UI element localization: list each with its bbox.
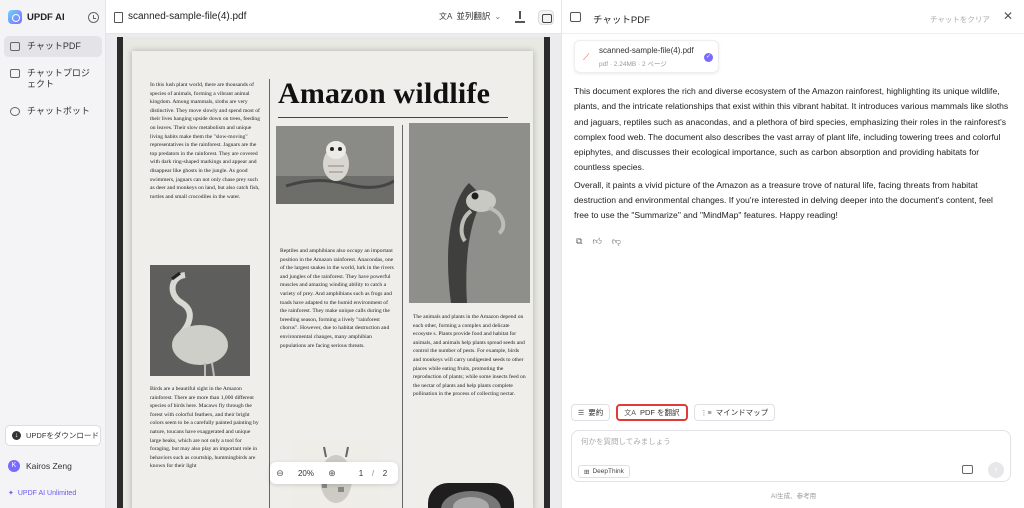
page-separator: / bbox=[371, 468, 375, 478]
check-icon: ✓ bbox=[704, 53, 713, 62]
brand: UPDF AI bbox=[8, 10, 65, 24]
animal-photo bbox=[428, 483, 514, 508]
sidebar-item-label: チャットPDF bbox=[27, 41, 81, 51]
answer-paragraph: This document explores the rich and dive… bbox=[574, 86, 1009, 173]
answer-actions: ⧉ 👍︎ 👎︎ bbox=[576, 236, 621, 247]
translate-icon: 文A bbox=[439, 11, 453, 21]
chat-pdf-icon bbox=[10, 42, 20, 51]
download-label: UPDFをダウンロード bbox=[26, 431, 99, 440]
summarize-button[interactable]: ☰ 要約 bbox=[571, 404, 611, 421]
translate-label: 並列翻訳 bbox=[456, 11, 491, 21]
download-icon: ↓ bbox=[12, 431, 21, 440]
attached-file-card[interactable]: ⟋ scanned-sample-file(4).pdf pdf · 2.24M… bbox=[574, 40, 719, 73]
thumbs-down-icon[interactable]: 👎︎ bbox=[612, 236, 621, 247]
sidebar-item-label: チャットプロジェクト bbox=[27, 68, 90, 89]
pdf-viewer: scanned-sample-file(4).pdf 文A 並列翻訳 ⌄ In … bbox=[106, 0, 561, 508]
pdf-page: In this lush plant world, there are thou… bbox=[123, 37, 544, 508]
page-text-col2: Reptiles and amphibians also occupy an i… bbox=[280, 248, 394, 349]
page-text-col1-bottom: Birds are a beautiful sight in the Amazo… bbox=[150, 386, 259, 470]
sparkle-icon: ✦ bbox=[8, 490, 14, 497]
summary-icon: ☰ bbox=[578, 409, 585, 417]
zoom-toolbar: ⊖ 20% ⊕ 1 / 2 bbox=[270, 462, 398, 484]
copy-icon[interactable]: ⧉ bbox=[576, 236, 582, 247]
quick-actions: ☰ 要約 文A PDF を翻訳 ⋮≡ マインドマップ bbox=[571, 404, 776, 421]
chat-panel: チャットPDF チャットをクリア ✕ ⟋ scanned-sample-file… bbox=[561, 0, 1024, 508]
chat-title: チャットPDF bbox=[593, 15, 650, 26]
zoom-level[interactable]: 20% bbox=[290, 469, 322, 478]
translate-icon: 文A bbox=[624, 409, 636, 417]
sidebar-item-chat-project[interactable]: チャットプロジェクト bbox=[4, 63, 102, 95]
mindmap-button[interactable]: ⋮≡ マインドマップ bbox=[693, 404, 776, 421]
user-profile[interactable]: K Kairos Zeng bbox=[8, 460, 72, 472]
chip-label: マインドマップ bbox=[715, 408, 769, 417]
mindmap-icon: ⋮≡ bbox=[700, 409, 712, 417]
page-text-col3: The animals and plants in the Amazon dep… bbox=[413, 314, 526, 398]
frog-photo bbox=[409, 123, 530, 303]
viewer-toolbar: scanned-sample-file(4).pdf 文A 並列翻訳 ⌄ bbox=[106, 0, 561, 34]
send-button[interactable]: ↑ bbox=[988, 462, 1004, 478]
thumbs-up-icon[interactable]: 👍︎ bbox=[592, 236, 601, 247]
file-name: scanned-sample-file(4).pdf bbox=[128, 11, 247, 22]
sidebar-item-label: チャットボット bbox=[27, 106, 90, 116]
zoom-in-icon[interactable]: ⊕ bbox=[322, 468, 342, 479]
title-rule bbox=[278, 117, 508, 118]
file-card-name: scanned-sample-file(4).pdf bbox=[599, 46, 694, 55]
sidebar-item-chat-pdf[interactable]: チャットPDF bbox=[4, 36, 102, 57]
panel-icon[interactable] bbox=[570, 12, 581, 22]
file-icon bbox=[114, 12, 123, 23]
ai-answer: This document explores the rich and dive… bbox=[574, 84, 1010, 226]
ai-chat-toggle-icon[interactable] bbox=[538, 10, 554, 25]
download-icon[interactable] bbox=[514, 11, 526, 23]
sidebar: UPDF AI チャットPDF チャットプロジェクト チャットボット ↓ UPD… bbox=[0, 0, 106, 508]
deepthink-label: DeepThink bbox=[592, 468, 624, 475]
close-icon[interactable]: ✕ bbox=[1003, 9, 1013, 23]
updf-logo-icon bbox=[8, 10, 22, 24]
owl-photo bbox=[276, 126, 394, 204]
current-page[interactable]: 1 bbox=[354, 469, 368, 478]
folder-icon bbox=[10, 69, 20, 78]
parallel-translate-dropdown[interactable]: 文A 並列翻訳 ⌄ bbox=[439, 10, 501, 22]
bot-icon bbox=[10, 107, 20, 116]
pdf-file-icon: ⟋ bbox=[583, 52, 590, 62]
column-divider bbox=[402, 125, 403, 508]
deepthink-icon: ⊞ bbox=[584, 468, 590, 476]
chat-input[interactable] bbox=[581, 437, 881, 446]
ai-disclaimer: AI生成、参考用 bbox=[770, 493, 817, 500]
zoom-out-icon[interactable]: ⊖ bbox=[270, 468, 290, 479]
chevron-down-icon: ⌄ bbox=[494, 11, 502, 21]
image-upload-icon[interactable] bbox=[962, 465, 973, 474]
download-updf-button[interactable]: ↓ UPDFをダウンロード bbox=[5, 425, 101, 446]
page-title: Amazon wildlife bbox=[278, 77, 491, 110]
scanned-sheet: In this lush plant world, there are thou… bbox=[132, 51, 533, 508]
clear-chat-button[interactable]: チャットをクリア bbox=[930, 14, 990, 25]
page-text-col1-top: In this lush plant world, there are thou… bbox=[150, 82, 260, 200]
sidebar-item-chatbot[interactable]: チャットボット bbox=[4, 101, 102, 122]
translate-pdf-button[interactable]: 文A PDF を翻訳 bbox=[616, 404, 688, 421]
total-pages: 2 bbox=[382, 468, 388, 478]
answer-paragraph: Overall, it paints a vivid picture of th… bbox=[574, 179, 993, 221]
app-name: UPDF AI bbox=[27, 11, 65, 23]
avatar: K bbox=[8, 460, 20, 472]
plan-badge[interactable]: ✦ UPDF AI Unlimited bbox=[8, 489, 77, 498]
sidebar-nav: チャットPDF チャットプロジェクト チャットボット bbox=[4, 36, 102, 128]
history-icon[interactable] bbox=[88, 12, 99, 23]
plan-label: UPDF AI Unlimited bbox=[17, 489, 77, 497]
column-divider bbox=[269, 79, 270, 508]
deepthink-toggle[interactable]: ⊞ DeepThink bbox=[578, 465, 630, 478]
chat-header: チャットPDF チャットをクリア ✕ bbox=[562, 0, 1024, 34]
document-canvas[interactable]: In this lush plant world, there are thou… bbox=[117, 37, 550, 508]
flamingo-photo bbox=[150, 265, 250, 376]
chat-composer: ⊞ DeepThink ↑ bbox=[571, 430, 1011, 482]
chip-label: 要約 bbox=[588, 408, 604, 417]
user-name: Kairos Zeng bbox=[26, 461, 72, 471]
chip-label: PDF を翻訳 bbox=[639, 408, 680, 417]
file-card-meta: pdf · 2.24MB · 2 ページ bbox=[599, 61, 667, 68]
